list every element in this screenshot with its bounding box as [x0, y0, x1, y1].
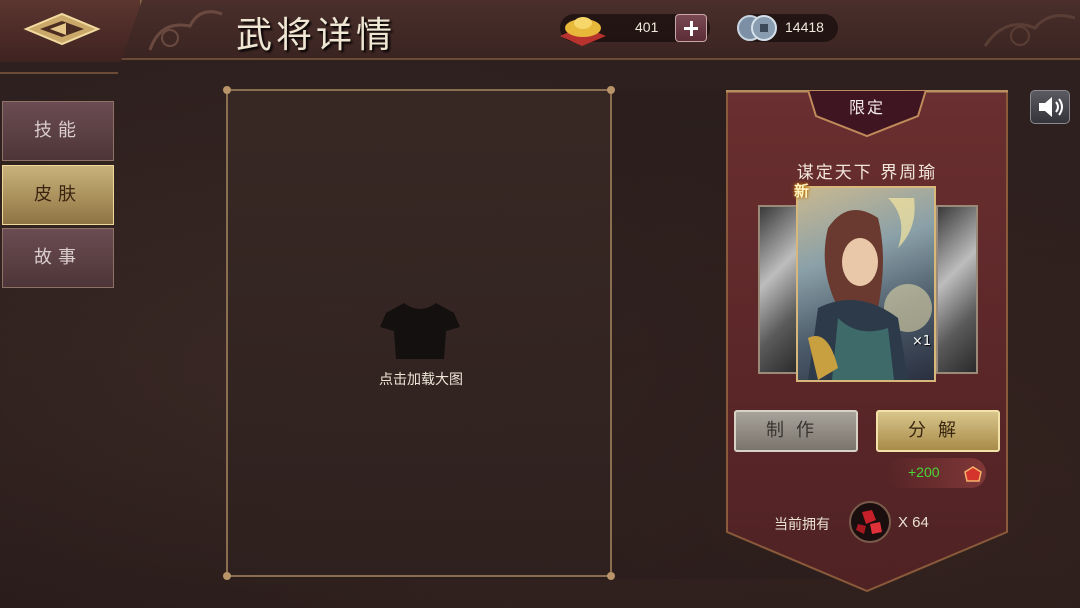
gold-currency: 401: [560, 14, 710, 46]
page-title: 武将详情: [236, 15, 397, 56]
make-button[interactable]: 制作: [734, 410, 858, 452]
new-badge: 新: [794, 182, 810, 200]
frame-corner: [223, 86, 231, 94]
back-arrow-icon: [23, 12, 101, 46]
coins-icon: [737, 15, 777, 41]
top-bar: [0, 0, 1080, 60]
card-count: ×1: [912, 334, 932, 349]
add-gold-button[interactable]: [675, 14, 707, 42]
cloud-ornament-icon: [148, 10, 223, 51]
coin-currency: 14418: [737, 14, 838, 42]
load-image-text[interactable]: 点击加载大图: [228, 369, 614, 389]
tab-trim: [0, 72, 118, 92]
skin-card-next[interactable]: [936, 205, 978, 374]
speaker-icon: [1039, 97, 1063, 117]
skin-preview-panel[interactable]: 点击加载大图: [223, 86, 615, 580]
skin-card-current[interactable]: [796, 186, 936, 382]
skin-banner: 限定 谋定天下 界周瑜 新 ×1 制作 分解 +200 当前拥有 X 64: [726, 90, 1008, 592]
skin-name: 谋定天下 界周瑜: [796, 163, 938, 183]
owned-label: 当前拥有: [774, 517, 830, 533]
tab-skin[interactable]: 皮肤: [2, 165, 114, 225]
coin-value: 14418: [785, 19, 824, 35]
back-button[interactable]: [0, 0, 142, 62]
skin-fragment-icon: [849, 501, 891, 543]
gold-ingot-icon: [560, 17, 606, 46]
owned-count: X 64: [898, 514, 929, 531]
frame-corner: [223, 572, 231, 580]
reward-value: +200: [908, 464, 940, 480]
split-button[interactable]: 分解: [876, 410, 1000, 452]
skin-card-prev[interactable]: [758, 205, 800, 374]
sound-toggle-button[interactable]: [1030, 90, 1070, 124]
shirt-icon: [380, 303, 460, 359]
tab-skill[interactable]: 技能: [2, 101, 114, 161]
hero-portrait-icon: [808, 198, 932, 380]
cloud-ornament-icon: [983, 14, 1076, 47]
gold-value: 401: [635, 19, 659, 35]
tab-story[interactable]: 故事: [2, 228, 114, 288]
red-gem-icon: [964, 466, 982, 482]
frame-corner: [607, 86, 615, 94]
frame-corner: [607, 572, 615, 580]
limited-label: 限定: [848, 98, 885, 117]
